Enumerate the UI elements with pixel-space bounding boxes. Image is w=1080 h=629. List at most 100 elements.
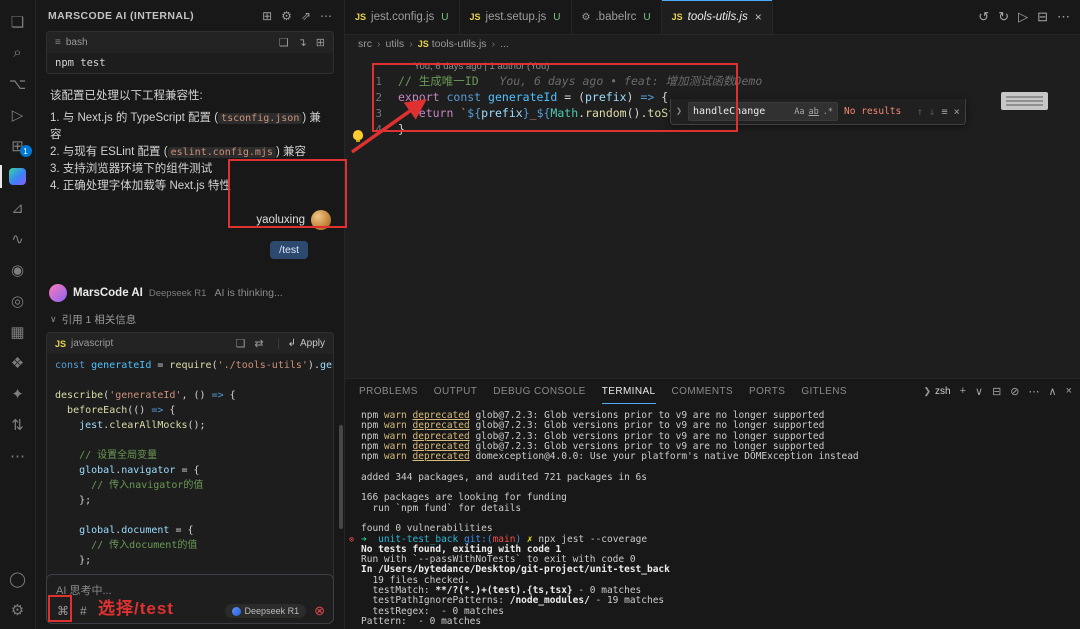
close-panel-icon[interactable]: × [1066, 385, 1072, 398]
more-icon[interactable]: ⋯ [1029, 385, 1040, 398]
marscode-ai-icon[interactable] [0, 161, 36, 192]
source-control-icon[interactable]: ⌥ [0, 68, 36, 99]
search-icon[interactable]: ⌕ [0, 37, 36, 68]
bash-block-actions: ❏ ↴ ⊞ [279, 36, 325, 49]
more-icon[interactable]: ⋯ [0, 440, 36, 471]
more-actions-icon[interactable]: ⋯ [1057, 9, 1070, 25]
forward-icon[interactable]: ↻ [998, 9, 1009, 25]
marscode-chat-panel: MARSCODE AI (INTERNAL) ⊞⚙⇗⋯ ≡ bash ❏↴⊞ n… [36, 0, 345, 629]
panel-tab-comments[interactable]: COMMENTS [672, 379, 734, 404]
chevron-down-icon: ∨ [50, 314, 57, 325]
next-match-icon[interactable]: ↓ [929, 106, 935, 118]
tab-tools-utils.js[interactable]: JStools-utils.js× [662, 0, 773, 34]
find-in-selection-icon[interactable]: ≡ [941, 106, 947, 118]
explorer-icon[interactable]: ❏ [0, 6, 36, 37]
tab-.babelrc[interactable]: ⚙.babelrcU [572, 0, 662, 34]
previous-match-icon[interactable]: ↑ [917, 106, 923, 118]
insert-icon[interactable]: ↴ [298, 36, 307, 49]
minimap[interactable] [1001, 92, 1048, 110]
reference-toggle[interactable]: ∨ 引用 1 相关信息 [50, 312, 330, 327]
find-input[interactable]: handleChange Aa ab .* [688, 102, 838, 121]
copy-icon[interactable]: ❏ [236, 337, 246, 350]
copy-icon[interactable]: ❏ [279, 36, 289, 49]
git-sync-icon[interactable]: ⇅ [0, 409, 36, 440]
target-icon[interactable]: ◎ [0, 285, 36, 316]
new-terminal-icon[interactable]: + [960, 385, 966, 398]
run-file-icon[interactable]: ▷ [1018, 9, 1028, 25]
tab-jest.setup.js[interactable]: JSjest.setup.jsU [460, 0, 572, 34]
split-editor-icon[interactable]: ⊟ [1037, 9, 1048, 25]
tab-jest.config.js[interactable]: JSjest.config.jsU [345, 0, 460, 34]
stop-generation-button[interactable]: ⊗ [314, 603, 325, 619]
breadcrumb-item[interactable]: JStools-utils.js [418, 38, 487, 50]
panel-tab-problems[interactable]: PROBLEMS [359, 379, 418, 404]
lightbulb-icon[interactable] [353, 130, 363, 140]
chat-scrollbar[interactable] [339, 425, 343, 529]
panel-tab-terminal[interactable]: TERMINAL [602, 379, 656, 404]
maximize-panel-icon[interactable]: ∧ [1049, 385, 1057, 398]
terminal-shell-label[interactable]: ❯ zsh [923, 386, 950, 397]
more-icon[interactable]: ⋯ [320, 9, 332, 23]
chat-input-box[interactable]: AI 思考中... ⌘ # Deepseek R1 ⊗ [46, 574, 334, 624]
breadcrumb-item[interactable]: src [358, 38, 372, 50]
context-hash-icon[interactable]: # [80, 604, 87, 618]
find-query[interactable]: handleChange [693, 106, 790, 117]
apply-button[interactable]: ↲ Apply [278, 338, 325, 349]
js-block-actions: ❏⇄ [236, 337, 264, 350]
toggle-replace-icon[interactable]: ❯ [676, 106, 682, 117]
model-selector[interactable]: Deepseek R1 [225, 604, 307, 618]
vscode-window: ❏⌕⌥▷⊞1⊿∿◉◎▦❖✦⇅⋯ ◯⚙ MARSCODE AI (INTERNAL… [0, 0, 1080, 629]
metrics-icon[interactable]: ⊿ [0, 192, 36, 223]
blocks-icon[interactable]: ▦ [0, 316, 36, 347]
generated-test-code[interactable]: const generateId = require('./tools-util… [47, 354, 333, 597]
panel-tab-debug-console[interactable]: DEBUG CONSOLE [493, 379, 585, 404]
back-icon[interactable]: ↺ [978, 9, 989, 25]
bash-code: npm test [47, 53, 333, 73]
code-line: 1// 生成唯一ID You, 6 days ago • feat: 增加测试函… [345, 73, 1080, 89]
panel-tab-ports[interactable]: PORTS [749, 379, 785, 404]
open-in-editor-icon[interactable]: ⇗ [301, 9, 311, 23]
kill-terminal-icon[interactable]: ⊘ [1010, 385, 1019, 398]
breadcrumb-item[interactable]: ... [500, 38, 509, 50]
git-untracked-badge: U [441, 12, 448, 23]
match-case-icon[interactable]: Aa [794, 107, 804, 117]
terminal[interactable]: npm warn deprecated glob@7.2.3: Glob ver… [345, 404, 1080, 627]
regex-icon[interactable]: .* [823, 107, 833, 117]
close-find-icon[interactable]: × [954, 106, 960, 118]
command-failed-icon: ⊗ [349, 535, 354, 545]
split-terminal-icon[interactable]: ⊟ [992, 385, 1001, 398]
run-debug-icon[interactable]: ▷ [0, 99, 36, 130]
new-chat-icon[interactable]: ⊞ [262, 9, 272, 23]
run-circle-icon[interactable]: ◉ [0, 254, 36, 285]
editor-area: JSjest.config.jsUJSjest.setup.jsU⚙.babel… [345, 0, 1080, 378]
extensions-icon[interactable]: ⊞1 [0, 130, 36, 161]
activity-bar: ❏⌕⌥▷⊞1 ⊿∿◉◎▦❖✦⇅⋯ ◯⚙ [0, 0, 36, 629]
new-file-icon[interactable]: ⊞ [316, 36, 325, 49]
panel-tab-output[interactable]: OUTPUT [434, 379, 478, 404]
code-editor[interactable]: You, 6 days ago | 1 author (You) 1// 生成唯… [345, 53, 1080, 378]
chat-panel-title: MARSCODE AI (INTERNAL) [48, 10, 262, 22]
close-tab-icon[interactable]: × [755, 10, 762, 24]
js-file-icon: JS [355, 12, 366, 22]
test-command-pill[interactable]: /test [270, 241, 308, 259]
terminal-lang-icon: ≡ [55, 37, 61, 48]
compat-item: 3. 支持浏览器环境下的组件测试 [50, 161, 330, 178]
ai-model-label: Deepseek R1 [149, 288, 207, 299]
settings-gear-icon[interactable]: ⚙ [0, 594, 36, 625]
diff-icon[interactable]: ⇄ [254, 337, 263, 350]
breadcrumb-item[interactable]: utils [386, 38, 405, 50]
slash-command-icon[interactable]: ⌘ [57, 604, 69, 618]
pulse-icon[interactable]: ∿ [0, 223, 36, 254]
packages-icon[interactable]: ❖ [0, 347, 36, 378]
js-code-block: JS javascript ❏⇄ ↲ Apply const generateI… [46, 332, 334, 598]
terminal-line: npm warn deprecated domexception@4.0.0: … [361, 452, 1080, 462]
whole-word-icon[interactable]: ab [809, 107, 819, 117]
account-icon[interactable]: ◯ [0, 563, 36, 594]
shell-icon: ❯ [923, 386, 931, 397]
spark-icon[interactable]: ✦ [0, 378, 36, 409]
panel-tab-gitlens[interactable]: GITLENS [801, 379, 847, 404]
settings-icon[interactable]: ⚙ [281, 9, 292, 23]
codelens-blame[interactable]: You, 6 days ago | 1 author (You) [414, 61, 1080, 73]
editor-actions: ↺ ↻ ▷ ⊟ ⋯ [978, 0, 1080, 34]
terminal-dropdown-icon[interactable]: ∨ [975, 385, 983, 398]
